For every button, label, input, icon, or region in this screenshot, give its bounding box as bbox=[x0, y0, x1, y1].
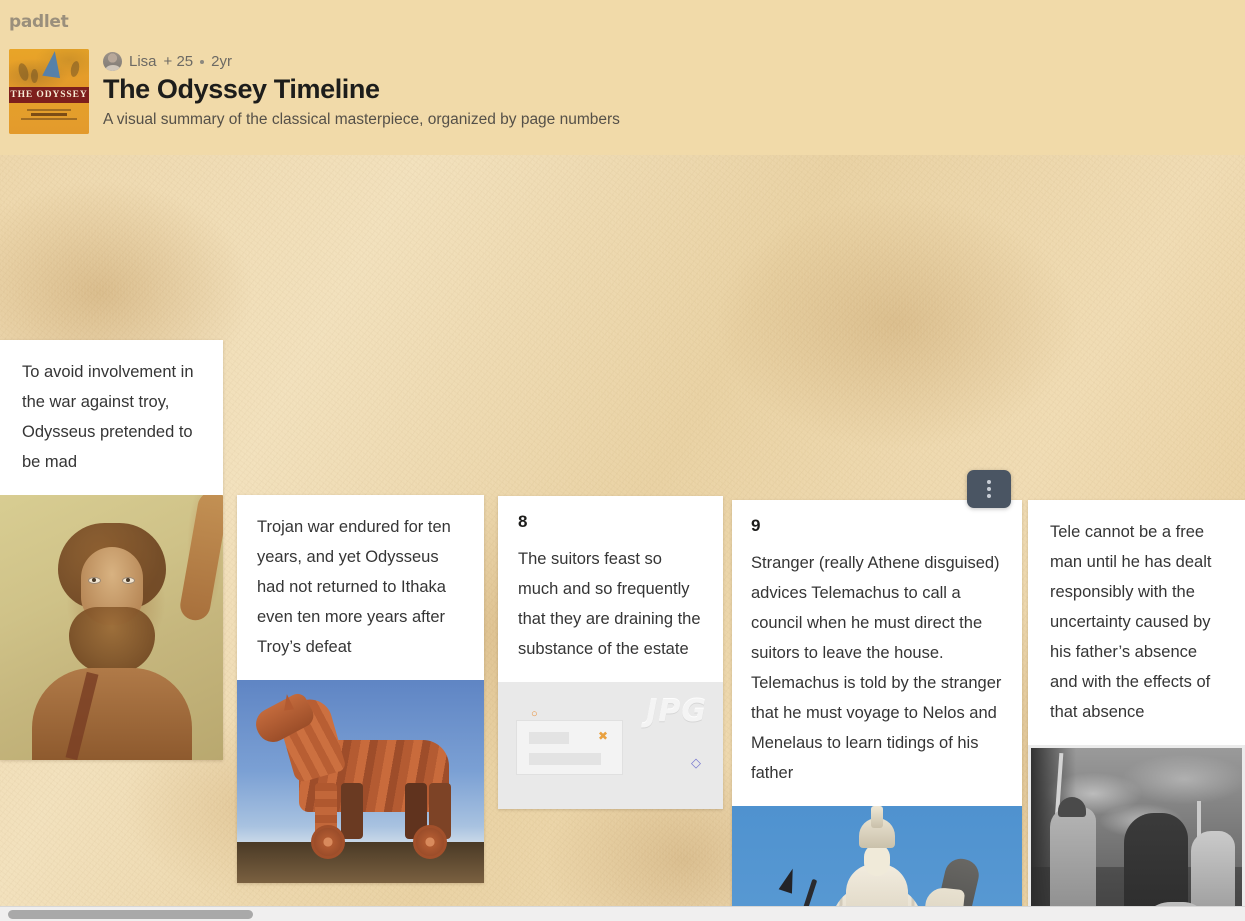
trojan-horse-image[interactable] bbox=[237, 680, 484, 883]
board-header-content: THE ODYSSEY Lisa + 25 2yr The Odyssey Ti… bbox=[9, 49, 620, 134]
cover-figure-shape bbox=[31, 69, 38, 83]
post-card[interactable]: Trojan war endured for ten years, and ye… bbox=[237, 495, 484, 883]
post-body: 8 The suitors feast so much and so frequ… bbox=[498, 496, 723, 682]
board-cover-thumbnail[interactable]: THE ODYSSEY bbox=[9, 49, 89, 134]
placeholder-bar bbox=[529, 732, 569, 744]
padlet-logo[interactable]: padlet bbox=[9, 12, 69, 32]
horse-wheel-shape bbox=[413, 825, 447, 859]
engraving-helmet-shape bbox=[1058, 797, 1086, 817]
jpg-format-label: JPG bbox=[646, 694, 707, 729]
cross-marker-icon: ✖ bbox=[598, 730, 608, 742]
separator-dot-icon bbox=[200, 60, 204, 64]
post-number: 9 bbox=[751, 517, 1003, 534]
engraving-warrior-shape bbox=[1050, 807, 1096, 921]
page-title: The Odyssey Timeline bbox=[103, 73, 620, 107]
post-text: Stranger (really Athene disguised) advic… bbox=[751, 548, 1003, 788]
board-text-block: Lisa + 25 2yr The Odyssey Timeline A vis… bbox=[103, 49, 620, 130]
contributor-count[interactable]: + 25 bbox=[164, 53, 194, 70]
fresco-eye-shape bbox=[88, 577, 101, 584]
broken-image-placeholder[interactable]: JPG ○ ✖ ◇ bbox=[498, 682, 723, 809]
author-name[interactable]: Lisa bbox=[129, 53, 157, 70]
fresco-beard-shape bbox=[69, 607, 155, 673]
avatar[interactable] bbox=[103, 52, 122, 71]
scrollbar-thumb[interactable] bbox=[8, 910, 253, 919]
horizontal-scrollbar[interactable] bbox=[0, 906, 1245, 921]
post-card[interactable]: 9 Stranger (really Athene disguised) adv… bbox=[732, 500, 1022, 921]
post-body: Trojan war endured for ten years, and ye… bbox=[237, 495, 484, 680]
cover-title-text: THE ODYSSEY bbox=[10, 90, 87, 100]
post-body: Tele cannot be a free man until he has d… bbox=[1028, 500, 1245, 745]
board-age: 2yr bbox=[211, 53, 232, 70]
fresco-odysseus-image[interactable] bbox=[0, 495, 223, 760]
post-body: To avoid involvement in the war against … bbox=[0, 340, 223, 495]
cover-figure-shape bbox=[69, 60, 80, 77]
post-text: The suitors feast so much and so frequen… bbox=[518, 544, 703, 664]
classical-engraving-image[interactable] bbox=[1028, 745, 1245, 921]
athena-statue-image[interactable] bbox=[732, 806, 1022, 921]
board-canvas[interactable]: To avoid involvement in the war against … bbox=[0, 155, 1245, 921]
fresco-eye-shape bbox=[122, 577, 135, 584]
cover-title-band: THE ODYSSEY bbox=[9, 87, 89, 103]
post-text: Tele cannot be a free man until he has d… bbox=[1050, 517, 1229, 727]
circle-marker-icon: ○ bbox=[531, 709, 538, 720]
fresco-body-shape bbox=[32, 668, 192, 760]
post-card[interactable]: 8 The suitors feast so much and so frequ… bbox=[498, 496, 723, 809]
cover-figure-shape bbox=[17, 62, 30, 82]
dot-icon bbox=[987, 480, 991, 484]
post-text: To avoid involvement in the war against … bbox=[22, 357, 205, 477]
cover-bottom-art bbox=[9, 103, 89, 134]
post-number: 8 bbox=[518, 513, 703, 530]
post-overflow-menu-button[interactable] bbox=[967, 470, 1011, 508]
head-shape bbox=[864, 844, 890, 876]
sail-shape-icon bbox=[42, 50, 63, 78]
spear-tip-shape bbox=[779, 867, 800, 894]
helmet-crest-shape bbox=[871, 806, 883, 828]
board-subtitle: A visual summary of the classical master… bbox=[103, 110, 620, 130]
board-meta-row: Lisa + 25 2yr bbox=[103, 51, 620, 72]
post-card[interactable]: To avoid involvement in the war against … bbox=[0, 340, 223, 760]
post-text: Trojan war endured for ten years, and ye… bbox=[257, 512, 464, 662]
dot-icon bbox=[987, 487, 991, 491]
diamond-marker-icon: ◇ bbox=[691, 756, 701, 769]
fresco-arm-shape bbox=[178, 495, 223, 623]
horse-wheel-shape bbox=[311, 825, 345, 859]
horse-ground-shape bbox=[237, 842, 484, 883]
post-body: 9 Stranger (really Athene disguised) adv… bbox=[732, 500, 1022, 806]
horse-ear-shape bbox=[282, 693, 294, 710]
post-card[interactable]: Tele cannot be a free man until he has d… bbox=[1028, 500, 1245, 921]
placeholder-bar bbox=[529, 753, 601, 765]
horse-leg-shape bbox=[341, 783, 363, 839]
dot-icon bbox=[987, 494, 991, 498]
board-header: padlet THE ODYSSEY Lisa + 25 2yr bbox=[0, 0, 1245, 155]
